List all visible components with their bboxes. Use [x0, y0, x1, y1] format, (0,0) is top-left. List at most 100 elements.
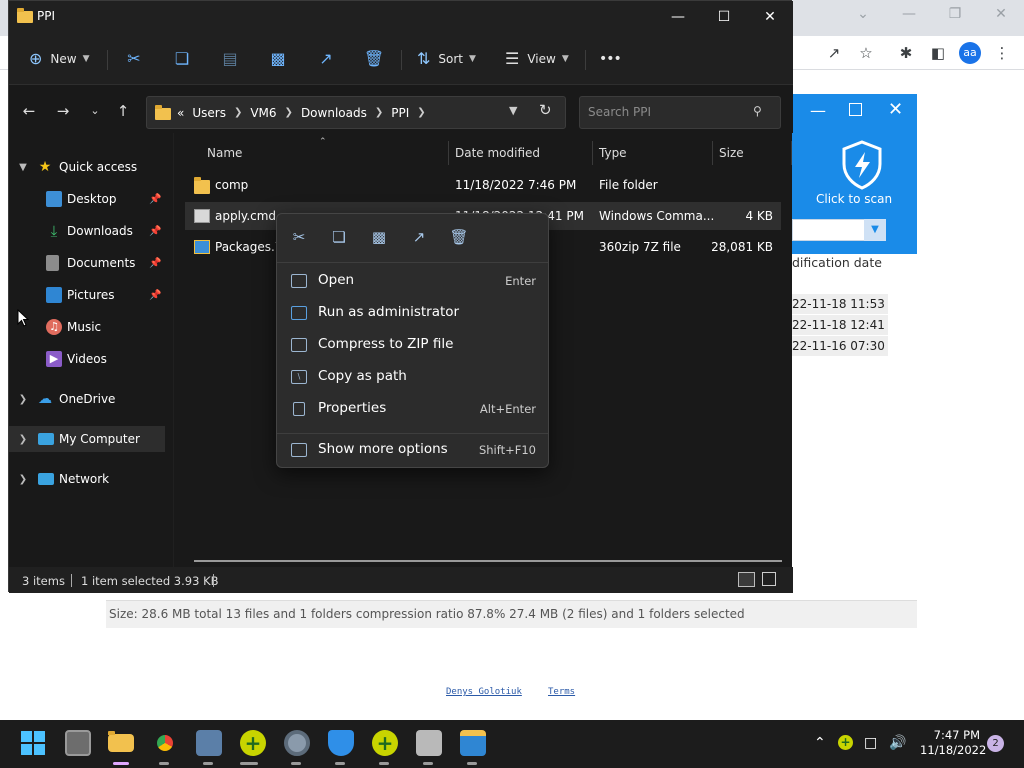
minimize-icon[interactable]: — [897, 6, 921, 22]
shield-icon[interactable] [328, 730, 354, 756]
new-button[interactable]: ⊕ New ▼ [29, 46, 90, 72]
menu-icon[interactable]: ⋮ [991, 43, 1013, 63]
pin-icon[interactable]: 📌 [149, 290, 161, 301]
column-header-size[interactable]: Size [719, 146, 744, 160]
column-header-name[interactable]: Name [207, 146, 242, 160]
pin-icon[interactable]: 📌 [149, 194, 161, 205]
minimize-icon[interactable]: — [810, 101, 826, 120]
horizontal-scrollbar[interactable] [194, 560, 782, 562]
search-input[interactable]: Search PPI [579, 96, 781, 129]
sidebar-item-quick-access[interactable]: ▼ ★ Quick access [9, 154, 165, 180]
forward-icon[interactable]: → [53, 101, 73, 121]
chevron-up-icon[interactable]: ⌃ [814, 735, 826, 751]
list-item[interactable]: 22-11-18 12:41 [792, 315, 888, 335]
file-explorer-icon[interactable] [108, 731, 134, 752]
chevron-right-icon[interactable]: ❯ [17, 394, 29, 405]
sidebar-item-documents[interactable]: Documents 📌 [9, 250, 165, 276]
chevron-down-icon[interactable]: ▼ [509, 104, 517, 117]
title-bar[interactable]: PPI — ☐ ✕ [9, 1, 793, 33]
column-divider[interactable] [791, 141, 792, 165]
shield-icon[interactable] [840, 140, 884, 190]
delete-icon[interactable]: 🗑 [361, 46, 387, 72]
recent-locations-icon[interactable]: ⌄ [85, 101, 105, 121]
menu-item-run-as-admin[interactable]: Run as administrator [281, 298, 544, 328]
sidebar-item-pictures[interactable]: Pictures 📌 [9, 282, 165, 308]
chevron-right-icon[interactable]: ❯ [17, 434, 29, 445]
chrome-icon[interactable] [152, 730, 178, 756]
sidebar-item-desktop[interactable]: Desktop 📌 [9, 186, 165, 212]
chevron-right-icon[interactable]: ❯ [417, 107, 425, 118]
maximize-icon[interactable]: ☐ [709, 7, 739, 27]
address-bar[interactable]: « Users ❯ VM6 ❯ Downloads ❯ PPI ❯ [146, 96, 566, 129]
app-icon[interactable] [196, 730, 222, 756]
copy-icon[interactable]: ❏ [329, 227, 349, 247]
cut-icon[interactable]: ✂ [121, 46, 147, 72]
table-row[interactable]: comp 11/18/2022 7:46 PM File folder [185, 171, 781, 199]
app-icon[interactable] [416, 730, 442, 756]
restore-icon[interactable]: ❐ [943, 6, 967, 22]
column-header-date[interactable]: Date modified [455, 146, 540, 160]
view-button[interactable]: ☰ View ▼ [505, 46, 569, 72]
task-view-icon[interactable] [65, 730, 91, 756]
sort-button[interactable]: ⇅ Sort ▼ [417, 46, 476, 72]
copy-icon[interactable]: ❏ [169, 46, 195, 72]
menu-item-properties[interactable]: Properties Alt+Enter [281, 394, 544, 424]
breadcrumb[interactable]: PPI [391, 106, 409, 120]
pin-icon[interactable]: 📌 [149, 258, 161, 269]
sidebar-item-network[interactable]: ❯ Network [9, 466, 165, 492]
minimize-icon[interactable]: — [663, 7, 693, 27]
paste-icon[interactable]: ▤ [217, 46, 243, 72]
close-icon[interactable]: ✕ [755, 7, 785, 27]
windows-start-icon[interactable] [20, 730, 46, 756]
up-icon[interactable]: ↑ [113, 101, 133, 121]
maximize-icon[interactable] [849, 103, 862, 116]
search-icon[interactable]: ⚲ [753, 104, 762, 118]
network-icon[interactable]: □ [864, 735, 877, 751]
zip-app-icon[interactable]: + [240, 730, 266, 756]
archive-app-icon[interactable] [460, 730, 486, 756]
zip-app-icon[interactable]: + [372, 730, 398, 756]
close-icon[interactable]: ✕ [989, 6, 1013, 22]
cut-icon[interactable]: ✂ [289, 227, 309, 247]
details-view-icon[interactable] [738, 572, 755, 587]
column-divider[interactable] [448, 141, 449, 165]
chevron-down-icon[interactable]: ⌄ [851, 6, 875, 22]
breadcrumb[interactable]: VM6 [250, 106, 276, 120]
sidebar-item-downloads[interactable]: ⤓ Downloads 📌 [9, 218, 165, 244]
footer-link[interactable]: Denys Golotiuk [446, 687, 522, 697]
delete-icon[interactable]: 🗑 [449, 227, 469, 247]
chevron-right-icon[interactable]: ❯ [17, 474, 29, 485]
menu-item-show-more-options[interactable]: Show more options Shift+F10 [281, 435, 544, 465]
refresh-icon[interactable]: ↻ [539, 101, 552, 119]
sidebar-item-onedrive[interactable]: ❯ ☁ OneDrive [9, 386, 165, 412]
column-header[interactable]: dification date [792, 255, 882, 270]
menu-item-compress-zip[interactable]: Compress to ZIP file [281, 330, 544, 360]
menu-item-copy-as-path[interactable]: \ Copy as path [281, 362, 544, 392]
footer-link[interactable]: Terms [548, 687, 575, 697]
menu-item-open[interactable]: Open Enter [281, 266, 544, 296]
rename-icon[interactable]: ▩ [265, 46, 291, 72]
column-divider[interactable] [712, 141, 713, 165]
side-panel-icon[interactable]: ◧ [927, 43, 949, 63]
chevron-down-icon[interactable]: ▼ [17, 162, 29, 173]
pin-icon[interactable]: 📌 [149, 226, 161, 237]
sidebar-item-music[interactable]: ♫ Music [9, 314, 165, 340]
chevron-down-icon[interactable]: ▼ [864, 219, 886, 241]
list-item[interactable]: 22-11-16 07:30 [792, 336, 888, 356]
chevron-right-icon[interactable]: ❯ [234, 107, 242, 118]
sidebar-item-my-computer[interactable]: ❯ My Computer [9, 426, 165, 452]
breadcrumb-overflow[interactable]: « [177, 106, 184, 120]
settings-icon[interactable] [284, 730, 310, 756]
breadcrumb[interactable]: Users [192, 106, 226, 120]
extensions-icon[interactable]: ✱ [895, 43, 917, 63]
back-icon[interactable]: ← [19, 101, 39, 121]
zip-tray-icon[interactable]: + [838, 735, 853, 750]
star-icon[interactable]: ☆ [855, 43, 877, 63]
rename-icon[interactable]: ▩ [369, 227, 389, 247]
chevron-right-icon[interactable]: ❯ [375, 107, 383, 118]
scan-label[interactable]: Click to scan [816, 192, 892, 206]
share-icon[interactable]: ↗ [409, 227, 429, 247]
tiles-view-icon[interactable] [762, 572, 776, 586]
avatar[interactable]: aa [959, 42, 981, 64]
notification-badge[interactable]: 2 [987, 735, 1004, 752]
